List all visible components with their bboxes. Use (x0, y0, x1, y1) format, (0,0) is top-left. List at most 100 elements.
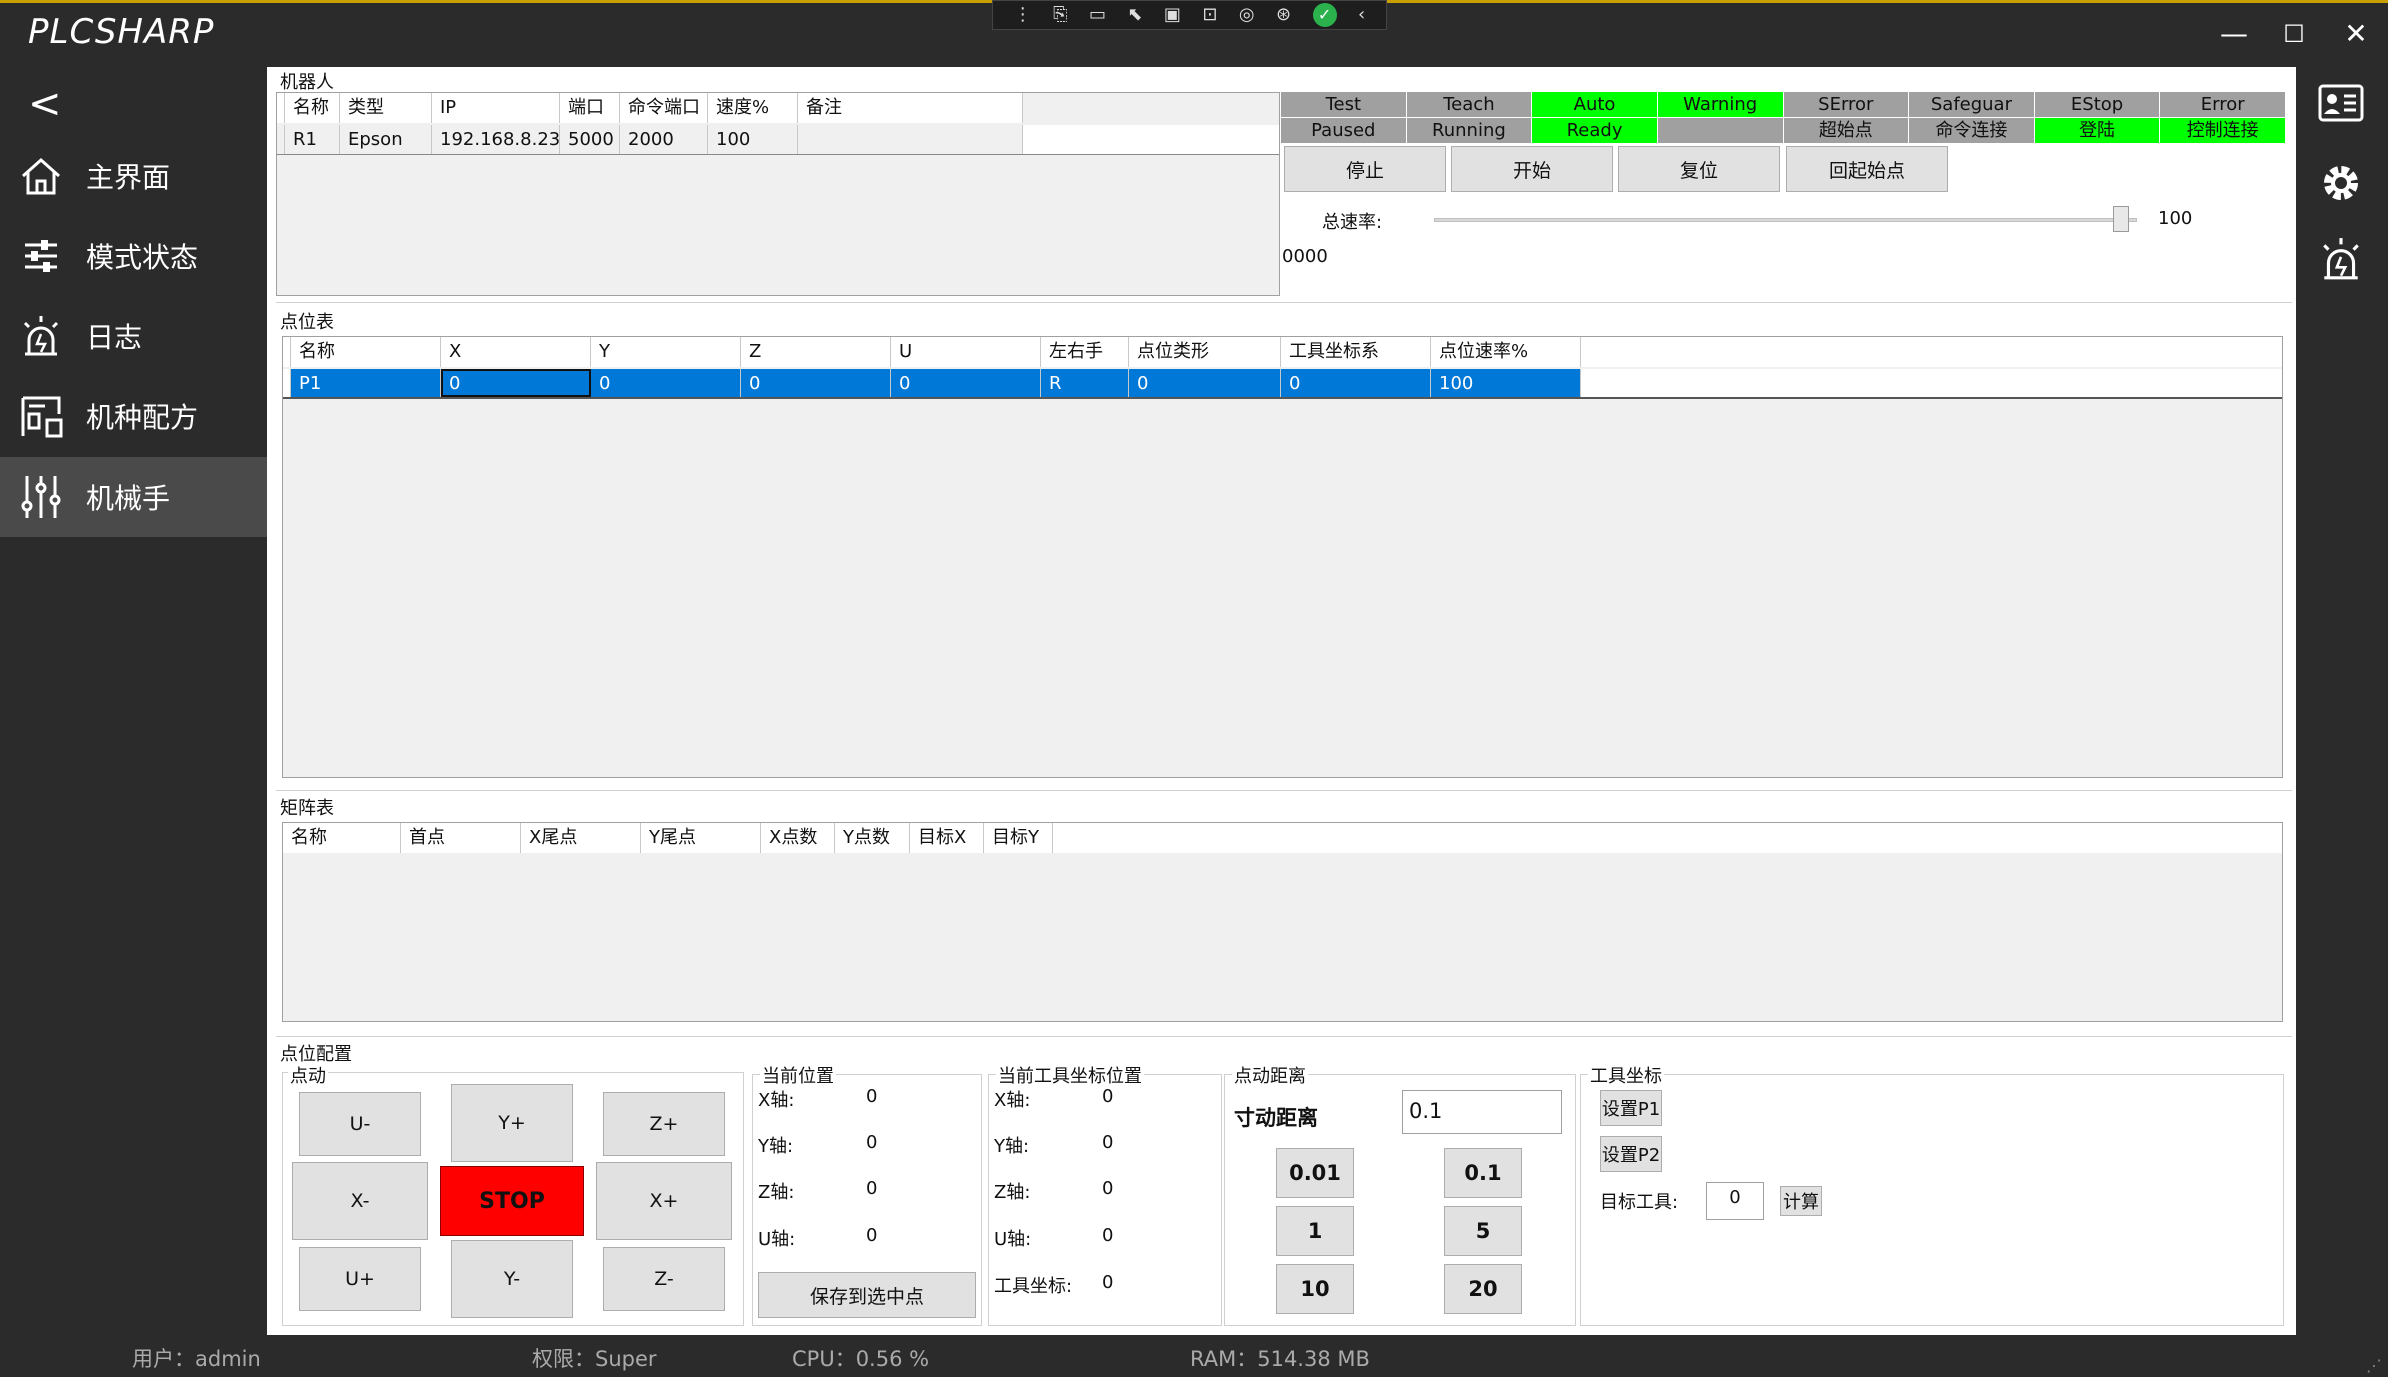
y-minus-button[interactable]: Y- (451, 1240, 573, 1318)
u-minus-button[interactable]: U- (299, 1092, 421, 1156)
column-header[interactable]: 目标Y (984, 823, 1053, 853)
jog-5-button[interactable]: 5 (1444, 1206, 1522, 1256)
accessibility-icon[interactable]: ⊛ (1276, 2, 1291, 28)
stop-button[interactable]: 停止 (1284, 146, 1446, 192)
alarm-icon[interactable] (2318, 236, 2364, 287)
calculate-button[interactable]: 计算 (1780, 1186, 1822, 1216)
save-to-selected-button[interactable]: 保存到选中点 (758, 1272, 976, 1318)
column-header[interactable]: IP (432, 93, 560, 123)
home-button[interactable]: 回起始点 (1786, 146, 1948, 192)
column-header[interactable]: 命令端口 (620, 93, 708, 123)
speed-slider-thumb[interactable] (2113, 206, 2129, 232)
check-icon[interactable]: ✓ (1312, 3, 1337, 27)
speed-slider-track[interactable] (1434, 218, 2137, 222)
status-teach: Teach (1406, 92, 1532, 117)
tool-coordinate-group (1580, 1074, 2284, 1326)
pointer-icon[interactable]: ⬉ (1127, 2, 1142, 28)
column-header[interactable]: U (891, 337, 1041, 367)
resize-grip-icon[interactable]: ⋰ (2366, 1356, 2382, 1375)
column-header[interactable]: Y点数 (835, 823, 910, 853)
column-header[interactable]: 备注 (798, 93, 1023, 123)
jog-0.1-button[interactable]: 0.1 (1444, 1148, 1522, 1198)
tool-y-value: 0 (1102, 1132, 1114, 1153)
id-card-icon[interactable] (2318, 84, 2364, 127)
robot-status-grid: Test Teach Auto Warning SError Safeguar … (1281, 92, 2285, 143)
column-header[interactable]: 工具坐标系 (1281, 337, 1431, 367)
y-axis-value: 0 (866, 1132, 878, 1153)
jog-1-button[interactable]: 1 (1276, 1206, 1354, 1256)
column-header[interactable]: 名称 (283, 823, 401, 853)
set-p1-button[interactable]: 设置P1 (1600, 1090, 1662, 1126)
column-header[interactable]: 首点 (401, 823, 521, 853)
frame-icon[interactable]: ▣ (1164, 2, 1181, 28)
column-header[interactable]: 名称 (285, 93, 340, 123)
speed-value: 100 (2158, 208, 2193, 229)
status-home-point: 超始点 (1783, 118, 1909, 143)
column-header[interactable]: 名称 (291, 337, 441, 367)
set-p2-button[interactable]: 设置P2 (1600, 1136, 1662, 1172)
column-header[interactable]: Y尾点 (641, 823, 761, 853)
z-minus-button[interactable]: Z- (603, 1247, 725, 1311)
x-plus-button[interactable]: X+ (596, 1162, 732, 1240)
collapse-icon[interactable]: ‹ (1358, 2, 1365, 28)
z-plus-button[interactable]: Z+ (603, 1092, 725, 1156)
gear-icon[interactable] (2318, 160, 2364, 211)
robot-table[interactable]: 名称 类型 IP 端口 命令端口 速度% 备注 R1 Epson 192.168… (276, 92, 1280, 296)
jog-20-button[interactable]: 20 (1444, 1264, 1522, 1314)
matrix-table[interactable]: 名称 首点 X尾点 Y尾点 X点数 Y点数 目标X 目标Y (282, 822, 2283, 1022)
speed-label: 总速率: (1322, 212, 1383, 233)
x-minus-button[interactable]: X- (292, 1162, 428, 1240)
points-table[interactable]: 名称 X Y Z U 左右手 点位类形 工具坐标系 点位速率% P1 0 0 0… (282, 336, 2283, 778)
nav-item-home[interactable]: 主界面 (0, 136, 267, 216)
grip-icon: ⋮ (1013, 4, 1032, 25)
column-header[interactable]: 目标X (910, 823, 984, 853)
cpu-status: CPU：0.56 % (792, 1347, 930, 1371)
target-tool-input[interactable]: 0 (1706, 1182, 1764, 1220)
app-title: PLCSHARP (28, 12, 215, 52)
status-safeguard: Safeguar (1909, 92, 2034, 117)
back-button[interactable]: < (28, 82, 62, 126)
u-plus-button[interactable]: U+ (299, 1247, 421, 1311)
nav-label: 机械手 (86, 482, 171, 515)
close-button[interactable]: ✕ (2326, 12, 2386, 56)
column-header[interactable]: Z (741, 337, 891, 367)
column-header[interactable]: 类型 (340, 93, 432, 123)
region-icon[interactable]: ⊡ (1202, 2, 1217, 28)
nav-item-log[interactable]: 日志 (0, 296, 267, 376)
nav-label: 主界面 (86, 161, 171, 194)
status-error: Error (2160, 92, 2285, 117)
minimize-button[interactable]: — (2204, 12, 2264, 56)
y-plus-button[interactable]: Y+ (451, 1084, 573, 1162)
column-header[interactable]: 端口 (560, 93, 620, 123)
jog-0.01-button[interactable]: 0.01 (1276, 1148, 1354, 1198)
jog-10-button[interactable]: 10 (1276, 1264, 1354, 1314)
column-header[interactable]: 左右手 (1041, 337, 1129, 367)
column-header[interactable]: Y (591, 337, 741, 367)
column-header[interactable]: X (441, 337, 591, 367)
nav-item-recipe[interactable]: 机种配方 (0, 376, 267, 456)
tool-x-value: 0 (1102, 1086, 1114, 1107)
tool-position-title: 当前工具坐标位置 (996, 1062, 1144, 1088)
table-row[interactable]: R1 Epson 192.168.8.234 5000 2000 100 (277, 125, 1279, 155)
robot-table-header: 名称 类型 IP 端口 命令端口 速度% 备注 (277, 93, 1023, 123)
reset-button[interactable]: 复位 (1618, 146, 1780, 192)
sliders-icon (18, 233, 64, 279)
maximize-button[interactable]: ☐ (2264, 12, 2324, 56)
column-header[interactable]: 点位速率% (1431, 337, 1581, 367)
nav-item-mode[interactable]: 模式状态 (0, 216, 267, 296)
status-bar: 用户：admin 权限：Super CPU：0.56 % RAM：514.38 … (0, 1335, 2388, 1377)
video-icon[interactable]: ▭ (1089, 2, 1106, 28)
jog-distance-input[interactable]: 0.1 (1402, 1090, 1562, 1134)
tool-coordinate-title: 工具坐标 (1588, 1062, 1664, 1088)
column-header[interactable]: 点位类形 (1129, 337, 1281, 367)
nav-item-robot[interactable]: 机械手 (0, 457, 267, 537)
capture-icon[interactable]: ⎘ (1053, 2, 1067, 28)
column-header[interactable]: 速度% (708, 93, 798, 123)
signal-icon[interactable]: ◎ (1239, 2, 1255, 28)
matrix-group-title: 矩阵表 (280, 798, 334, 819)
start-button[interactable]: 开始 (1451, 146, 1613, 192)
column-header[interactable]: X点数 (761, 823, 835, 853)
table-row[interactable]: P1 0 0 0 0 R 0 0 100 (283, 369, 2282, 399)
emergency-stop-button[interactable]: STOP (440, 1166, 584, 1236)
column-header[interactable]: X尾点 (521, 823, 641, 853)
